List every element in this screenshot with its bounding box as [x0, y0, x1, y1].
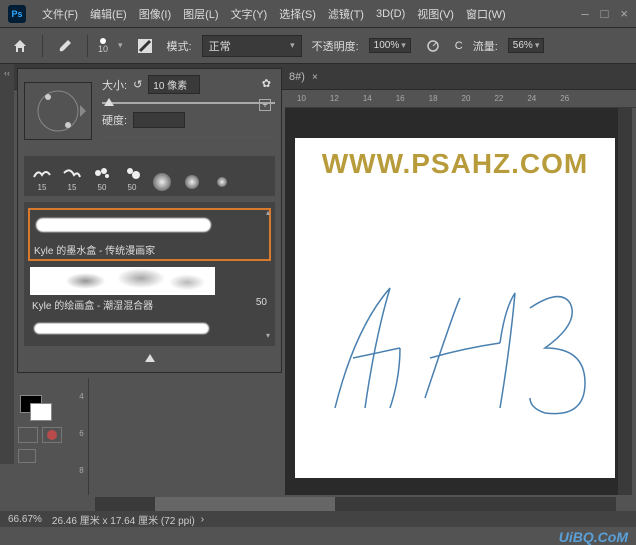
brush-preset[interactable]: 50: [88, 160, 116, 192]
flow-label: 流量:: [473, 38, 498, 54]
maximize-button[interactable]: □: [601, 6, 609, 21]
brush-tool-icon[interactable]: [53, 34, 77, 58]
canvas-drawing: [305, 248, 605, 448]
vertical-ruler: 4 6 8: [75, 378, 89, 495]
menu-3d[interactable]: 3D(D): [370, 8, 411, 20]
chevron-right-icon[interactable]: ›: [201, 514, 204, 525]
page-watermark: UiBQ.CoM: [559, 529, 628, 545]
panel-expand-strip[interactable]: ‹‹: [0, 64, 14, 464]
hardness-slider[interactable]: [102, 136, 275, 138]
document-canvas[interactable]: WWW.PSAHZ.COM: [295, 138, 615, 478]
opacity-label: 不透明度:: [312, 38, 359, 54]
brush-list: Kyle 的墨水盒 - 传统漫画家 Kyle 的绘画盒 - 潮湿混合器50 ▴▾: [24, 202, 275, 346]
brush-tip-presets: 15 15 50 50: [24, 156, 275, 196]
chevron-down-icon[interactable]: ▾: [118, 40, 123, 51]
menu-view[interactable]: 视图(V): [411, 6, 460, 22]
flow-prefix: C: [455, 40, 463, 52]
options-toolbar: 10 ▾ 模式: 正常 ▾ 不透明度: 100%▾ C 流量: 56%▾: [0, 28, 636, 64]
brush-preset[interactable]: 50: [118, 160, 146, 192]
canvas-watermark-text: WWW.PSAHZ.COM: [295, 148, 615, 180]
brush-list-item[interactable]: [28, 318, 271, 340]
menu-window[interactable]: 窗口(W): [460, 6, 512, 22]
hardness-label: 硬度:: [102, 112, 127, 128]
close-button[interactable]: ×: [620, 6, 628, 21]
menu-filter[interactable]: 滤镜(T): [322, 6, 370, 22]
size-slider[interactable]: [102, 102, 275, 104]
blend-mode-select[interactable]: 正常 ▾: [202, 35, 302, 57]
canvas-viewport[interactable]: WWW.PSAHZ.COM: [285, 108, 632, 495]
brush-list-item[interactable]: Kyle 的墨水盒 - 传统漫画家: [28, 208, 271, 261]
size-label: 大小:: [102, 77, 127, 93]
document-dimensions: 26.46 厘米 x 17.64 厘米 (72 ppi): [52, 512, 195, 527]
minimize-button[interactable]: –: [581, 6, 588, 21]
brush-tip-preview[interactable]: [24, 82, 92, 140]
hardness-input[interactable]: [133, 112, 185, 128]
color-swatch-tools: [16, 395, 72, 463]
vertical-scrollbar[interactable]: [618, 108, 632, 495]
brush-preset[interactable]: 15: [58, 160, 86, 192]
brush-size-input[interactable]: 10 像素: [148, 75, 200, 94]
flow-input[interactable]: 56%▾: [508, 38, 545, 53]
brush-list-item[interactable]: Kyle 的绘画盒 - 潮湿混合器50: [28, 265, 271, 314]
horizontal-ruler: 101214 161820 222426: [285, 90, 636, 108]
status-bar: 66.67% 26.46 厘米 x 17.64 厘米 (72 ppi) ›: [0, 511, 636, 527]
standard-mode-icon[interactable]: [18, 427, 38, 443]
window-controls: – □ ×: [581, 6, 628, 21]
menu-select[interactable]: 选择(S): [273, 6, 322, 22]
menu-edit[interactable]: 编辑(E): [84, 6, 133, 22]
gear-icon[interactable]: ✿: [262, 77, 271, 90]
tab-close-icon[interactable]: ×: [312, 72, 318, 83]
brush-list-scrollbar[interactable]: ▴▾: [263, 208, 273, 340]
brush-preset[interactable]: [148, 160, 176, 192]
brush-panel-toggle-icon[interactable]: [133, 34, 157, 58]
menu-file[interactable]: 文件(F): [36, 6, 84, 22]
opacity-input[interactable]: 100%▾: [369, 38, 411, 53]
menu-image[interactable]: 图像(I): [133, 6, 177, 22]
pressure-opacity-icon[interactable]: [421, 34, 445, 58]
app-logo: Ps: [8, 5, 26, 23]
brush-preset[interactable]: [178, 160, 206, 192]
horizontal-scrollbar[interactable]: [95, 497, 616, 511]
brush-size-picker[interactable]: 10: [98, 38, 108, 54]
home-icon[interactable]: [8, 34, 32, 58]
zoom-level[interactable]: 66.67%: [8, 514, 42, 525]
panel-resize-handle[interactable]: [24, 350, 275, 366]
brush-preset-panel: ✿ + 大小: ↺ 10 像素 硬度: 15 15 50 50: [17, 68, 282, 373]
document-tab[interactable]: 8#) ×: [285, 71, 322, 83]
mode-label: 模式:: [167, 38, 192, 54]
brush-preset[interactable]: 15: [28, 160, 56, 192]
brush-preset[interactable]: [208, 160, 236, 192]
screen-mode-icon[interactable]: [18, 449, 36, 463]
menu-type[interactable]: 文字(Y): [225, 6, 274, 22]
menu-layer[interactable]: 图层(L): [177, 6, 224, 22]
reset-icon[interactable]: ↺: [133, 78, 142, 91]
new-brush-icon[interactable]: +: [259, 99, 271, 111]
quickmask-mode-icon[interactable]: [42, 427, 62, 443]
menubar: Ps 文件(F) 编辑(E) 图像(I) 图层(L) 文字(Y) 选择(S) 滤…: [0, 0, 636, 28]
brush-size-number: 10: [98, 44, 108, 54]
foreground-background-swatch[interactable]: [20, 395, 50, 419]
